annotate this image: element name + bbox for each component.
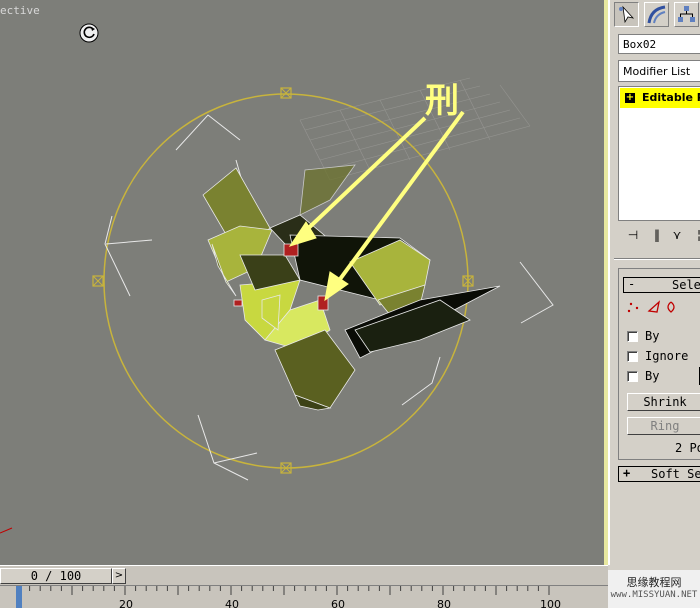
by-angle-box[interactable]: [627, 371, 638, 382]
selected-polygon-c: [233, 299, 243, 307]
ruler-label: 40: [225, 598, 239, 608]
modify-tab[interactable]: [644, 2, 669, 27]
stack-item-editable-poly[interactable]: + Editable P: [620, 88, 700, 108]
modifier-list-dropdown[interactable]: Modifier List: [618, 60, 700, 82]
next-frame-button[interactable]: >: [112, 568, 126, 584]
hierarchy-tab[interactable]: [674, 2, 699, 27]
show-end-result-icon[interactable]: ‖: [650, 228, 664, 242]
selection-rollout-header[interactable]: - Sele: [623, 277, 700, 293]
ruler-label: 20: [119, 598, 133, 608]
border-icon[interactable]: [667, 301, 675, 313]
remove-modifier-icon[interactable]: ¦: [692, 228, 700, 242]
subobject-level-icons: [625, 299, 700, 315]
selection-count: 2 Poly: [675, 441, 700, 455]
ignore-label: Ignore: [645, 349, 689, 363]
orbit-cursor-icon: [79, 23, 99, 43]
ignore-backfacing-checkbox[interactable]: Ignore: [627, 349, 700, 365]
by-vertex-box[interactable]: [627, 331, 638, 342]
object-name-field[interactable]: Box02: [618, 34, 700, 54]
watermark-site-name: 思缘教程网: [626, 576, 682, 589]
track-bar-ruler[interactable]: 20 40 60 80 100: [0, 585, 608, 608]
by-vertex-checkbox[interactable]: By: [627, 329, 700, 345]
soft-selection-title: Soft Se: [651, 467, 700, 481]
hierarchy-icon: [678, 6, 695, 22]
ruler-label: 80: [437, 598, 451, 608]
soft-selection-rollout-header[interactable]: + Soft Se: [618, 466, 700, 482]
ruler-ticks: [16, 586, 550, 608]
create-icon: [619, 5, 635, 24]
by-angle-label: By: [645, 369, 660, 383]
watermark-url: www.MISSYUAN.NET: [610, 590, 698, 600]
world-axis: [0, 527, 13, 534]
pin-stack-icon[interactable]: ⊣: [626, 228, 640, 242]
stack-item-label: Editable P: [642, 91, 700, 104]
expand-icon[interactable]: +: [625, 93, 635, 103]
panel-divider: [614, 258, 700, 260]
expand-icon: +: [623, 466, 631, 480]
viewport-label[interactable]: ective: [0, 4, 40, 17]
selection-title: Sele: [672, 278, 700, 292]
by-angle-checkbox[interactable]: By: [627, 369, 700, 385]
selection-rollout: - Sele By Ignore By Shrink Ring 2 Poly: [618, 268, 700, 460]
by-vertex-label: By: [645, 329, 660, 343]
edge-icon[interactable]: [647, 300, 661, 313]
box02-mesh[interactable]: [202, 164, 501, 411]
time-slider-bar: 0 / 100 >: [0, 565, 608, 585]
annotation-glyph: 刑: [425, 81, 459, 121]
create-tab[interactable]: [614, 2, 639, 27]
collapse-icon: -: [628, 277, 636, 291]
current-frame-marker: [16, 586, 22, 608]
modify-icon: [647, 5, 666, 24]
shrink-button[interactable]: Shrink: [627, 393, 700, 411]
watermark: 思缘教程网 www.MISSYUAN.NET: [608, 570, 700, 608]
ignore-box[interactable]: [627, 351, 638, 362]
make-unique-icon[interactable]: ⋎: [670, 228, 684, 242]
time-slider[interactable]: 0 / 100: [0, 568, 112, 584]
command-panel: Box02 Modifier List + Editable P ⊣ ‖ ⋎ ¦…: [608, 0, 700, 565]
ruler-label: 100: [540, 598, 561, 608]
stack-toolbar: ⊣ ‖ ⋎ ¦: [618, 228, 700, 246]
ring-button[interactable]: Ring: [627, 417, 700, 435]
perspective-viewport[interactable]: 刑 ective: [0, 0, 608, 565]
vertex-icon[interactable]: [627, 302, 639, 313]
modifier-stack[interactable]: + Editable P: [618, 86, 700, 221]
ruler-label: 60: [331, 598, 345, 608]
scene-canvas[interactable]: 刑: [0, 0, 608, 565]
